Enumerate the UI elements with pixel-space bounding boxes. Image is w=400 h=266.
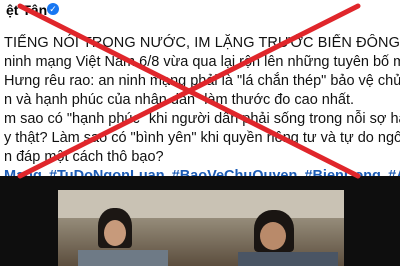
verified-badge-icon: ✓ [47, 3, 59, 15]
post-text-line-7: n đáp một cách thô bạo? [4, 149, 164, 165]
post-header: ệt Tân ✓ [0, 0, 400, 30]
photo-figure [238, 252, 338, 266]
post-photo[interactable] [58, 190, 344, 266]
post-body-text: TIẾNG NÓI TRONG NƯỚC, IM LẶNG TRƯỚC BIỂN… [4, 34, 400, 186]
post-text-line-3: Hưng rêu rao: an ninh mạng phải là "lá c… [4, 73, 400, 89]
photo-figure [104, 220, 126, 246]
photo-figure [78, 250, 168, 266]
post-text-line-4: n và hạnh phúc của nhân dân" làm thước đ… [4, 92, 355, 108]
page-name-link[interactable]: ệt Tân [6, 2, 47, 18]
post-text-line-2: ninh mạng Việt Nam 6/8 vừa qua lại rộn l… [4, 54, 400, 70]
post-text-line-6: y thật? Làm sao có "bình yên" khi quyền … [4, 130, 400, 146]
photo-figure [260, 222, 286, 250]
post-text-line-5: m sao có "hạnh phúc" khi người dân phải … [4, 111, 400, 127]
post-text-line-1: TIẾNG NÓI TRONG NƯỚC, IM LẶNG TRƯỚC BIỂN… [4, 35, 400, 51]
